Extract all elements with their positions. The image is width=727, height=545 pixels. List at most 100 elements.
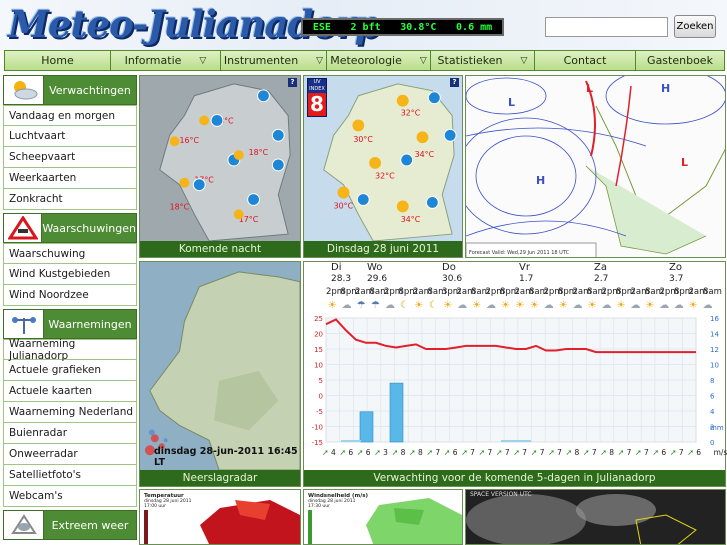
nav-contact[interactable]: Contact <box>535 51 636 70</box>
wind-arrow-icon: ➚ <box>618 448 625 457</box>
cloud-icon: ☁ <box>673 299 684 311</box>
anemometer-icon <box>4 310 44 338</box>
rain-cloud-icon: ☂ <box>371 299 381 311</box>
forecast-day-label: Do <box>442 262 456 273</box>
sun-icon: ☀ <box>515 299 525 311</box>
wind-arrow-icon: ➚ <box>426 448 433 457</box>
sidebar-item-wind-noordzee[interactable]: Wind Noordzee <box>3 285 137 306</box>
tile-dinsdag[interactable]: 32°C 30°C 34°C 32°C 30°C 34°C UV INDEX 8… <box>303 75 463 258</box>
wind-speed-label: 8 <box>609 448 614 457</box>
forecast-time-label: 2pm <box>326 287 346 297</box>
dropdown-arrow-icon: ▽ <box>419 55 427 66</box>
wind-arrow-icon: ➚ <box>635 448 642 457</box>
sidebar-item-weerkaarten[interactable]: Weerkaarten <box>3 168 137 189</box>
tile-pressure-map[interactable]: L L L H H Forecast Valid: Wed,29 Jun 201… <box>465 75 726 258</box>
wind-speed-label: 8 <box>418 448 423 457</box>
wind-arrow-icon: ➚ <box>461 448 468 457</box>
cloud-icon: ☁ <box>630 299 641 311</box>
sidebar-item-luchtvaart[interactable]: Luchtvaart <box>3 126 137 147</box>
nav-instrumenten[interactable]: Instrumenten ▽ <box>221 51 327 70</box>
sun-icon: ☀ <box>327 299 337 311</box>
forecast-time-label: 8pm <box>500 287 520 297</box>
forecast-weather-icons: ☀ ☁ ☂ ☂ ☁ ☾ ☀ ☾ ☀ ☁ ☀ ☁ ☀ ☀ ☀ ☁ ☀ ☁ ☀ ☁ ☀ ☁ ☀ ☁ ☁ ☀ ☁ <box>325 299 715 313</box>
forecast-time-label: 8am <box>645 287 664 297</box>
tile-komende-nacht[interactable]: 18°C 16°C 18°C 17°C 18°C 17°C ? Komende … <box>139 75 301 258</box>
sidebar-item-wind-kustgebieden[interactable]: Wind Kustgebieden <box>3 264 137 285</box>
ticker-rain: 0.6 mm <box>456 21 493 33</box>
sidebar-item-waarschuwing[interactable]: Waarschuwing <box>3 243 137 264</box>
wind-arrow-icon: ➚ <box>357 448 364 457</box>
sidebar-item-vandaag-en-morgen[interactable]: Vandaag en morgen <box>3 105 137 126</box>
wind-arrow-icon: ➚ <box>374 448 381 457</box>
tile-wind-map[interactable]: Windsnelheid (m/s) dinsdag 28 juni 2011 … <box>303 489 463 545</box>
pressure-chart: L L L H H Forecast Valid: Wed,29 Jun 201… <box>466 76 725 257</box>
forecast-caption: Verwachting voor de komende 5-dagen in J… <box>304 470 725 486</box>
wind-speed-label: 6 <box>348 448 353 457</box>
weather-ticker: ESE 2 bft 30.8°C 0.6 mm <box>301 18 504 36</box>
forecast-time-label: 2am <box>630 287 650 297</box>
sidebar-header-extreem-weer[interactable]: Extreem weer <box>3 510 137 540</box>
precipitation-bar <box>511 440 521 442</box>
wind-arrow-icon: ➚ <box>339 448 346 457</box>
wind-speed-label: 3 <box>383 448 388 457</box>
tile-neerslagradar[interactable]: dinsdag 28-jun-2011 16:45 LT Neerslagrad… <box>139 261 301 487</box>
help-icon[interactable]: ? <box>450 78 459 87</box>
dropdown-arrow-icon: ▽ <box>199 55 207 66</box>
chart-tick-left: -5 <box>316 408 323 416</box>
today-temp-5: 30°C <box>334 201 354 210</box>
sidebar-header-verwachtingen[interactable]: Verwachtingen <box>3 75 137 105</box>
nav-statistieken[interactable]: Statistieken ▽ <box>431 51 535 70</box>
chart-tick-right: 6 <box>710 393 715 401</box>
sidebar-item-onweerradar[interactable]: Onweerradar <box>3 444 137 465</box>
site-header: Meteo-Julianadorp ESE 2 bft 30.8°C 0.6 m… <box>0 0 727 50</box>
nav-home[interactable]: Home <box>5 51 111 70</box>
today-temp-2: 30°C <box>353 135 373 144</box>
sidebar-item-zonkracht[interactable]: Zonkracht <box>3 189 137 210</box>
search-button[interactable]: Zoeken <box>674 15 716 38</box>
sidebar-item-buienradar[interactable]: Buienradar <box>3 423 137 444</box>
sidebar-item-actuele-kaarten[interactable]: Actuele kaarten <box>3 381 137 402</box>
precipitation-bar <box>359 411 374 443</box>
nav-gastenboek[interactable]: Gastenboek <box>636 51 724 70</box>
help-icon[interactable]: ? <box>288 78 297 87</box>
low-pressure-label-2: L <box>586 82 593 95</box>
forecast-time-label: 8pm <box>558 287 578 297</box>
sidebar-item-waarneming-nederland[interactable]: Waarneming Nederland <box>3 402 137 423</box>
wind-arrow-icon: ➚ <box>513 448 520 457</box>
wind-arrow-icon: ➚ <box>531 448 538 457</box>
forecast-time-label: 8pm <box>616 287 636 297</box>
cloud-icon: ☁ <box>486 299 497 311</box>
sidebar-header-waarnemingen[interactable]: Waarnemingen <box>3 309 137 339</box>
sidebar-item-scheepvaart[interactable]: Scheepvaart <box>3 147 137 168</box>
search-input[interactable] <box>545 17 668 37</box>
today-temp-4: 32°C <box>375 172 395 181</box>
tile-temperature-map[interactable]: Temperatuur dinsdag 28 juni 2011 17:00 u… <box>139 489 301 545</box>
nav-meteorologie[interactable]: Meteorologie ▽ <box>327 51 431 70</box>
sidebar-item-waarneming-julianadorp[interactable]: Waarneming Julianadorp <box>3 338 137 362</box>
chart-tick-right: 8 <box>710 377 714 385</box>
radar-map <box>140 262 300 470</box>
uv-index-value: 8 <box>308 93 326 116</box>
sidebar-item-webcams[interactable]: Webcam's <box>3 486 137 507</box>
sidebar-header-waarschuwingen[interactable]: Waarschuwingen <box>3 213 137 243</box>
sidebar-item-actuele-grafieken[interactable]: Actuele grafieken <box>3 360 137 381</box>
precipitation-bar <box>341 440 351 442</box>
tile-forecast-5days[interactable]: Di 28.3 Wo 29.6 Do 30.6 Vr 1.7 Za 2.7 Zo 3.7 2pm 8pm… <box>303 261 727 487</box>
nav-informatie[interactable]: Informatie ▽ <box>111 51 221 70</box>
forecast-day-label: Zo <box>669 262 682 273</box>
storm-icon <box>4 511 44 539</box>
forecast-time-label: 8pm <box>674 287 694 297</box>
forecast-time-label: 2pm <box>601 287 621 297</box>
wind-speed-label: 7 <box>557 448 562 457</box>
temperature-map-time: 17:00 uur <box>144 504 166 509</box>
uv-index-label: UV INDEX <box>309 79 325 92</box>
wind-arrow-icon: ➚ <box>652 448 659 457</box>
chart-tick-right: 4 <box>710 408 715 416</box>
tile-satellite[interactable]: SPACE VERSION UTC <box>465 489 726 545</box>
wind-speed-label: 7 <box>470 448 475 457</box>
warning-sign-icon <box>4 214 43 242</box>
forecast-time-label: 8am <box>587 287 606 297</box>
sidebar-item-satellietfotos[interactable]: Satellietfoto's <box>3 465 137 486</box>
wind-speed-label: 6 <box>366 448 371 457</box>
chart-tick-left: 20 <box>314 331 323 339</box>
